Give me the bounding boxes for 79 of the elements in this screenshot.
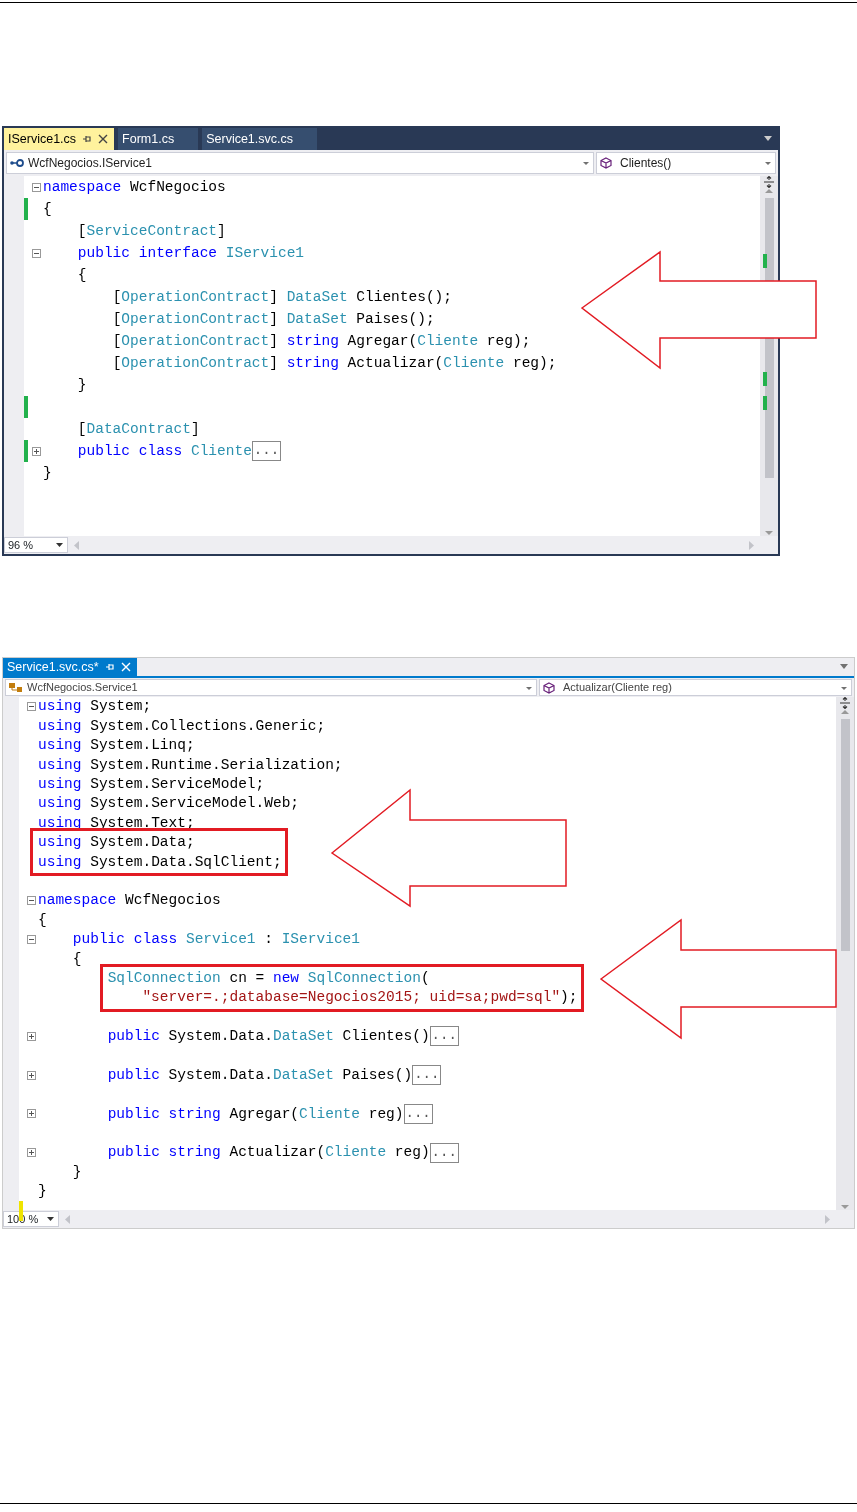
code-line: } (72, 1164, 82, 1180)
member-dropdown[interactable]: Actualizar(Cliente reg) (539, 679, 852, 696)
collapse-icon[interactable] (27, 934, 36, 944)
code-line: using System.ServiceModel; (38, 777, 265, 792)
file-tab[interactable]: Service1.svc.cs* (3, 658, 137, 676)
vertical-scrollbar[interactable] (836, 697, 854, 1210)
collapsed-code-marker[interactable]: ... (403, 1103, 433, 1124)
scroll-change-mark (763, 372, 767, 386)
code-line: using System.Data; (38, 835, 195, 850)
code-line: using System.Collections.Generic; (38, 718, 326, 734)
collapsed-code-marker[interactable]: ... (412, 1065, 442, 1086)
expand-icon[interactable] (27, 1148, 36, 1158)
expand-icon[interactable] (27, 1031, 36, 1041)
zoom-dropdown[interactable]: 96 % (4, 537, 68, 553)
expand-icon[interactable] (27, 1070, 36, 1080)
scroll-change-mark (763, 396, 767, 410)
dropdown-arrow-icon[interactable] (840, 664, 848, 670)
split-icon[interactable] (839, 697, 851, 709)
member-dropdown[interactable]: Clientes() (596, 152, 776, 174)
expand-icon[interactable] (27, 1109, 36, 1119)
pin-icon[interactable] (82, 134, 93, 144)
code-line: namespace WcfNegocios (43, 179, 226, 195)
interface-icon (10, 159, 24, 167)
code-line: public System.Data.DataSet Clientes() (107, 1029, 430, 1044)
caret-icon (525, 684, 533, 691)
class-icon (9, 682, 23, 693)
code-line: [DataContract] (77, 421, 200, 437)
file-tab[interactable]: IService1.cs (4, 128, 115, 150)
code-line: [OperationContract] DataSet Clientes(); (112, 289, 452, 305)
code-line: namespace WcfNegocios (38, 893, 221, 908)
code-line: using System; (38, 699, 152, 714)
code-line: [OperationContract] string Actualizar(Cliente reg); (112, 355, 557, 371)
file-tab[interactable]: Form1.cs (118, 128, 199, 150)
code-line: public class Cliente (77, 443, 252, 459)
type-dropdown[interactable]: WcfNegocios.Service1 (5, 679, 537, 696)
expand-icon[interactable] (32, 446, 41, 456)
code-line: { (38, 912, 47, 928)
caret-icon (764, 160, 772, 166)
dropdown-arrow-icon[interactable] (764, 136, 772, 142)
pin-icon[interactable] (104, 662, 115, 672)
code-line: public class Service1 : IService1 (72, 932, 360, 947)
caret-icon (840, 684, 848, 691)
collapsed-code-marker[interactable]: ... (429, 1142, 459, 1163)
close-icon[interactable] (98, 134, 109, 144)
code-line: public interface IService1 (77, 245, 305, 261)
caret-icon (47, 1216, 55, 1222)
code-line: using System.Runtime.Serialization; (38, 757, 343, 773)
collapse-icon[interactable] (32, 248, 41, 258)
code-line: public System.Data.DataSet Paises() (107, 1067, 413, 1083)
code-line: } (43, 465, 52, 481)
split-icon[interactable] (763, 176, 775, 188)
caret-icon (582, 160, 590, 166)
scroll-change-mark (763, 254, 767, 268)
code-line: public string Agregar(Cliente reg) (107, 1106, 404, 1122)
caret-icon (56, 542, 64, 548)
collapsed-code-marker[interactable]: ... (251, 441, 282, 461)
code-line: using System.ServiceModel.Web; (38, 796, 300, 811)
code-line: "server=.;database=Negocios2015; uid=sa;pwd=sql"); (142, 990, 578, 1005)
code-line: [OperationContract] DataSet Paises(); (112, 311, 435, 327)
code-line: using System.Linq; (38, 738, 195, 753)
scroll-thumb[interactable] (840, 719, 850, 951)
code-line: SqlConnection cn = new SqlConnection( (107, 970, 430, 986)
code-line: { (77, 267, 87, 283)
collapse-icon[interactable] (32, 182, 41, 192)
code-line: } (38, 1184, 47, 1199)
code-line: { (72, 951, 82, 966)
file-tab[interactable]: Service1.svc.cs (202, 128, 318, 150)
code-line: public string Actualizar(Cliente reg) (107, 1145, 430, 1160)
code-line: [ServiceContract] (77, 223, 226, 239)
collapsed-code-marker[interactable]: ... (429, 1026, 459, 1047)
code-line: using System.Data.SqlClient; (38, 854, 282, 870)
code-line: } (77, 377, 87, 393)
code-line: [OperationContract] string Agregar(Cliente reg); (112, 333, 531, 349)
cube-icon (543, 681, 555, 694)
cube-icon (600, 157, 612, 169)
code-line: { (43, 201, 52, 217)
type-dropdown[interactable]: WcfNegocios.IService1 (6, 152, 594, 174)
collapse-icon[interactable] (27, 896, 36, 906)
collapse-icon[interactable] (27, 702, 36, 712)
